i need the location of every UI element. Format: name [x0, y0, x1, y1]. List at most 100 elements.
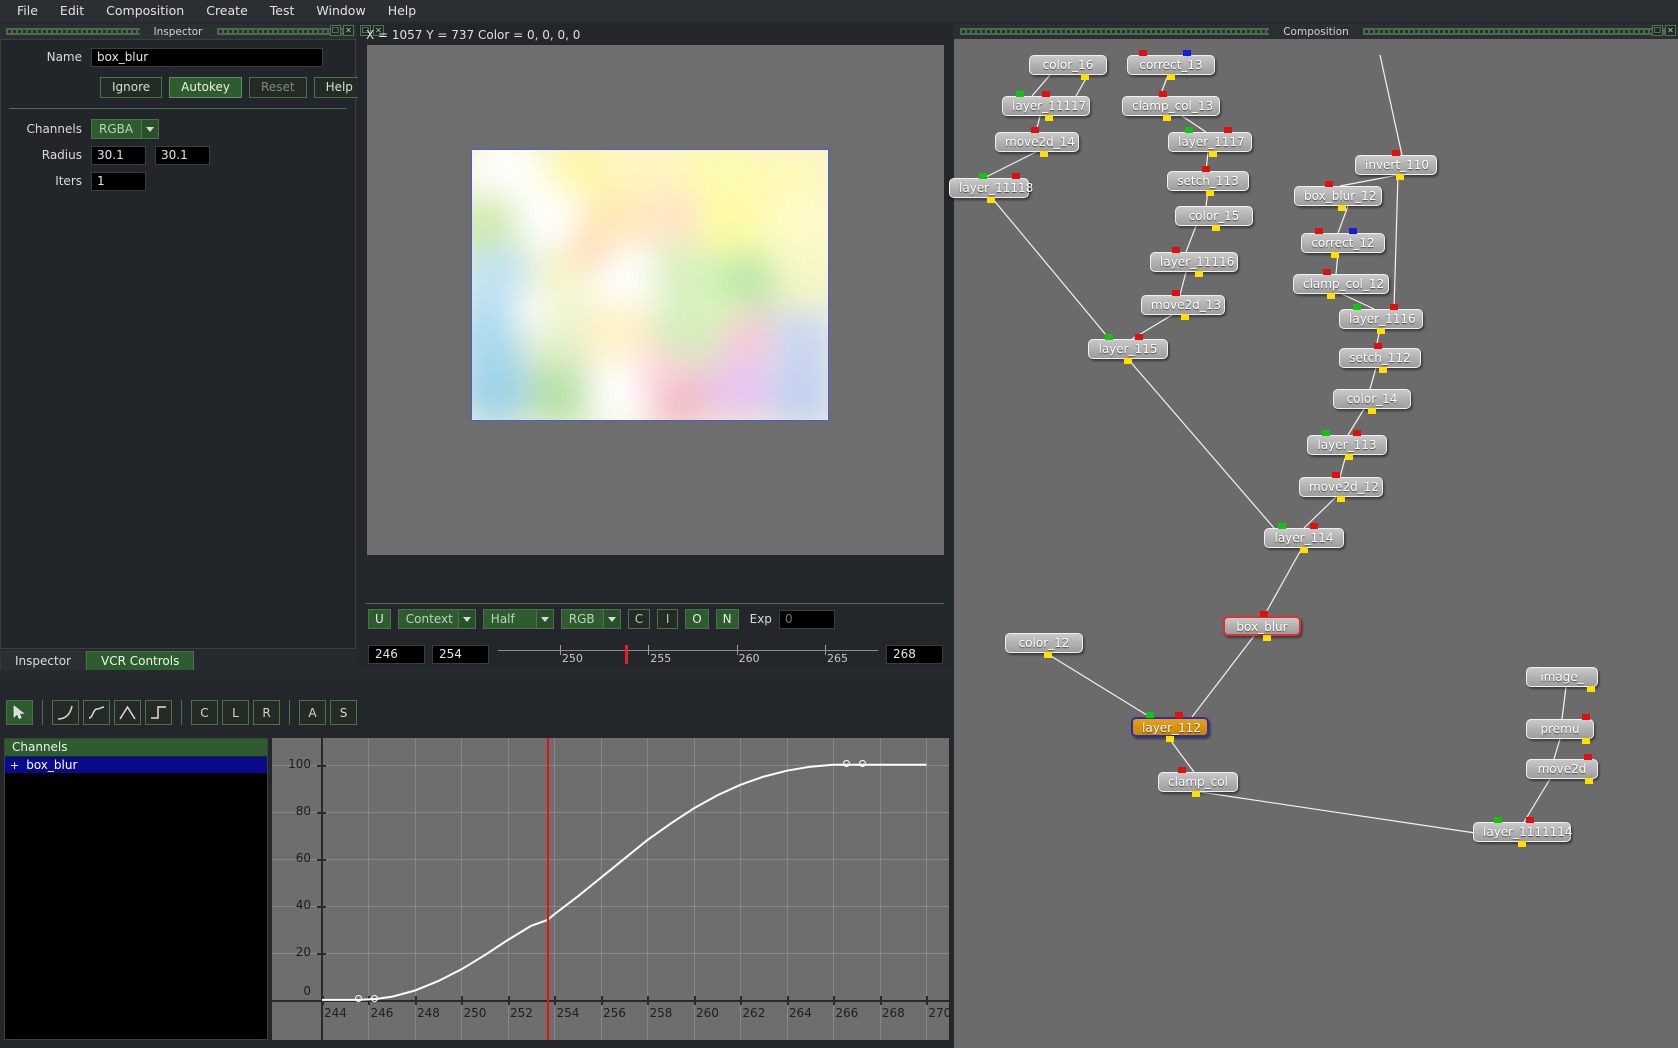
node-port-yellow[interactable]: [1192, 791, 1201, 797]
titlebar-grip[interactable]: [960, 28, 1270, 35]
close-icon[interactable]: ✕: [343, 25, 354, 36]
iters-input[interactable]: 1: [91, 171, 146, 191]
node-setch_112[interactable]: setch_112: [1339, 348, 1421, 368]
channel-row-box-blur[interactable]: + box_blur: [5, 757, 267, 773]
channels-select[interactable]: RGBA: [91, 119, 160, 139]
node-port-red[interactable]: [1315, 228, 1324, 234]
chevron-down-icon[interactable]: [457, 610, 475, 628]
smooth-curve-icon[interactable]: [83, 700, 110, 725]
node-port-red[interactable]: [1392, 150, 1400, 156]
node-port-red[interactable]: [1175, 712, 1184, 718]
menu-file[interactable]: File: [6, 1, 49, 21]
a-button[interactable]: A: [299, 700, 326, 725]
node-layer_11116[interactable]: layer_11116: [1150, 252, 1238, 272]
close-icon[interactable]: ✕: [1665, 25, 1676, 36]
node-port-red[interactable]: [1374, 343, 1383, 349]
node-color_14[interactable]: color_14: [1333, 389, 1411, 409]
node-port-green[interactable]: [1322, 430, 1331, 436]
node-port-yellow[interactable]: [1581, 738, 1590, 744]
node-port-yellow[interactable]: [1205, 190, 1214, 196]
node-port-yellow[interactable]: [1396, 174, 1405, 180]
node-move2d[interactable]: move2d: [1526, 759, 1598, 779]
node-port-yellow[interactable]: [1166, 736, 1174, 742]
node-port-red[interactable]: [1172, 247, 1181, 253]
node-layer_11117[interactable]: layer_11117: [1002, 96, 1090, 116]
node-port-yellow[interactable]: [987, 197, 996, 203]
node-port-green[interactable]: [1015, 91, 1024, 97]
channel-view-select[interactable]: RGB: [560, 609, 621, 629]
node-port-green[interactable]: [978, 173, 987, 179]
node-port-red[interactable]: [1224, 127, 1233, 133]
node-port-yellow[interactable]: [1180, 314, 1189, 320]
float-icon[interactable]: ☐: [1652, 25, 1663, 36]
node-layer_1117[interactable]: layer_1117: [1168, 132, 1252, 152]
node-correct_13[interactable]: correct_13: [1127, 55, 1215, 75]
reset-button[interactable]: Reset: [249, 77, 307, 98]
node-port-blue[interactable]: [1182, 50, 1191, 56]
node-port-green[interactable]: [1185, 127, 1193, 133]
n-button[interactable]: N: [715, 609, 739, 629]
l-button[interactable]: L: [222, 700, 249, 725]
node-port-yellow[interactable]: [1330, 252, 1339, 258]
node-port-yellow[interactable]: [1124, 358, 1132, 364]
node-port-yellow[interactable]: [1300, 547, 1308, 553]
node-layer_1111114[interactable]: layer_1111114: [1473, 822, 1573, 842]
node-port-red[interactable]: [1259, 611, 1268, 617]
node-port-red[interactable]: [1135, 334, 1144, 340]
node-layer_113[interactable]: layer_113: [1307, 435, 1387, 455]
node-port-yellow[interactable]: [1327, 293, 1336, 299]
menu-create[interactable]: Create: [195, 1, 259, 21]
node-port-red[interactable]: [1159, 91, 1168, 97]
node-port-yellow[interactable]: [1044, 115, 1053, 121]
node-color_12[interactable]: color_12: [1005, 633, 1083, 653]
node-box_blur_12[interactable]: box_blur_12: [1294, 186, 1382, 206]
chevron-down-icon[interactable]: [602, 610, 620, 628]
timeline-playhead[interactable]: [625, 645, 629, 664]
node-layer_115[interactable]: layer_115: [1088, 339, 1168, 359]
node-port-red[interactable]: [1309, 523, 1318, 529]
node-graph-canvas[interactable]: color_16 correct_13 layer_11117 clamp_col_1…: [949, 39, 1678, 1048]
resolution-select[interactable]: Half: [482, 609, 554, 629]
node-correct_12[interactable]: correct_12: [1301, 233, 1385, 253]
node-layer_11118[interactable]: layer_11118: [949, 178, 1033, 198]
node-port-yellow[interactable]: [1211, 225, 1220, 231]
node-port-red[interactable]: [1031, 127, 1040, 133]
s-button[interactable]: S: [330, 700, 357, 725]
node-image_[interactable]: image_: [1526, 667, 1598, 687]
expand-icon[interactable]: +: [10, 759, 19, 772]
node-port-green[interactable]: [1352, 304, 1361, 310]
node-port-yellow[interactable]: [1163, 115, 1172, 121]
name-input[interactable]: box_blur: [91, 47, 323, 67]
linear-peak-icon[interactable]: [114, 700, 141, 725]
node-port-yellow[interactable]: [1208, 151, 1217, 157]
node-color_16[interactable]: color_16: [1029, 55, 1107, 75]
float-icon[interactable]: ☐: [330, 25, 341, 36]
node-color_15[interactable]: color_15: [1175, 206, 1253, 226]
c-button[interactable]: C: [627, 609, 651, 629]
ignore-button[interactable]: Ignore: [100, 77, 163, 98]
node-port-red[interactable]: [1322, 269, 1331, 275]
radius-x-input[interactable]: 30.1: [91, 145, 146, 165]
node-port-yellow[interactable]: [1195, 271, 1204, 277]
node-port-red[interactable]: [1352, 430, 1361, 436]
node-setch_113[interactable]: setch_113: [1167, 171, 1249, 191]
chevron-down-icon[interactable]: [535, 610, 553, 628]
step-curve-icon[interactable]: [145, 700, 172, 725]
menu-edit[interactable]: Edit: [49, 1, 95, 21]
node-port-red[interactable]: [1390, 304, 1399, 310]
node-port-red[interactable]: [1325, 181, 1334, 187]
node-port-green[interactable]: [1104, 334, 1113, 340]
node-port-yellow[interactable]: [1368, 408, 1376, 414]
node-port-yellow[interactable]: [1518, 841, 1526, 847]
graph-playhead[interactable]: [547, 738, 550, 1040]
timeline-end-input[interactable]: 268: [886, 645, 943, 664]
curve-graph-canvas[interactable]: 20 40 60 80 100 244 246 248 250 252 254 256 258 260 26…: [272, 738, 951, 1040]
node-layer_114[interactable]: layer_114: [1264, 528, 1344, 548]
node-move2d_12[interactable]: move2d_12: [1299, 477, 1383, 497]
node-port-red[interactable]: [1583, 754, 1592, 760]
node-port-red[interactable]: [1525, 817, 1534, 823]
node-port-yellow[interactable]: [1262, 635, 1271, 641]
timeline-current-input[interactable]: 254: [432, 645, 489, 664]
node-port-yellow[interactable]: [1344, 454, 1353, 460]
node-port-red[interactable]: [1581, 714, 1590, 720]
